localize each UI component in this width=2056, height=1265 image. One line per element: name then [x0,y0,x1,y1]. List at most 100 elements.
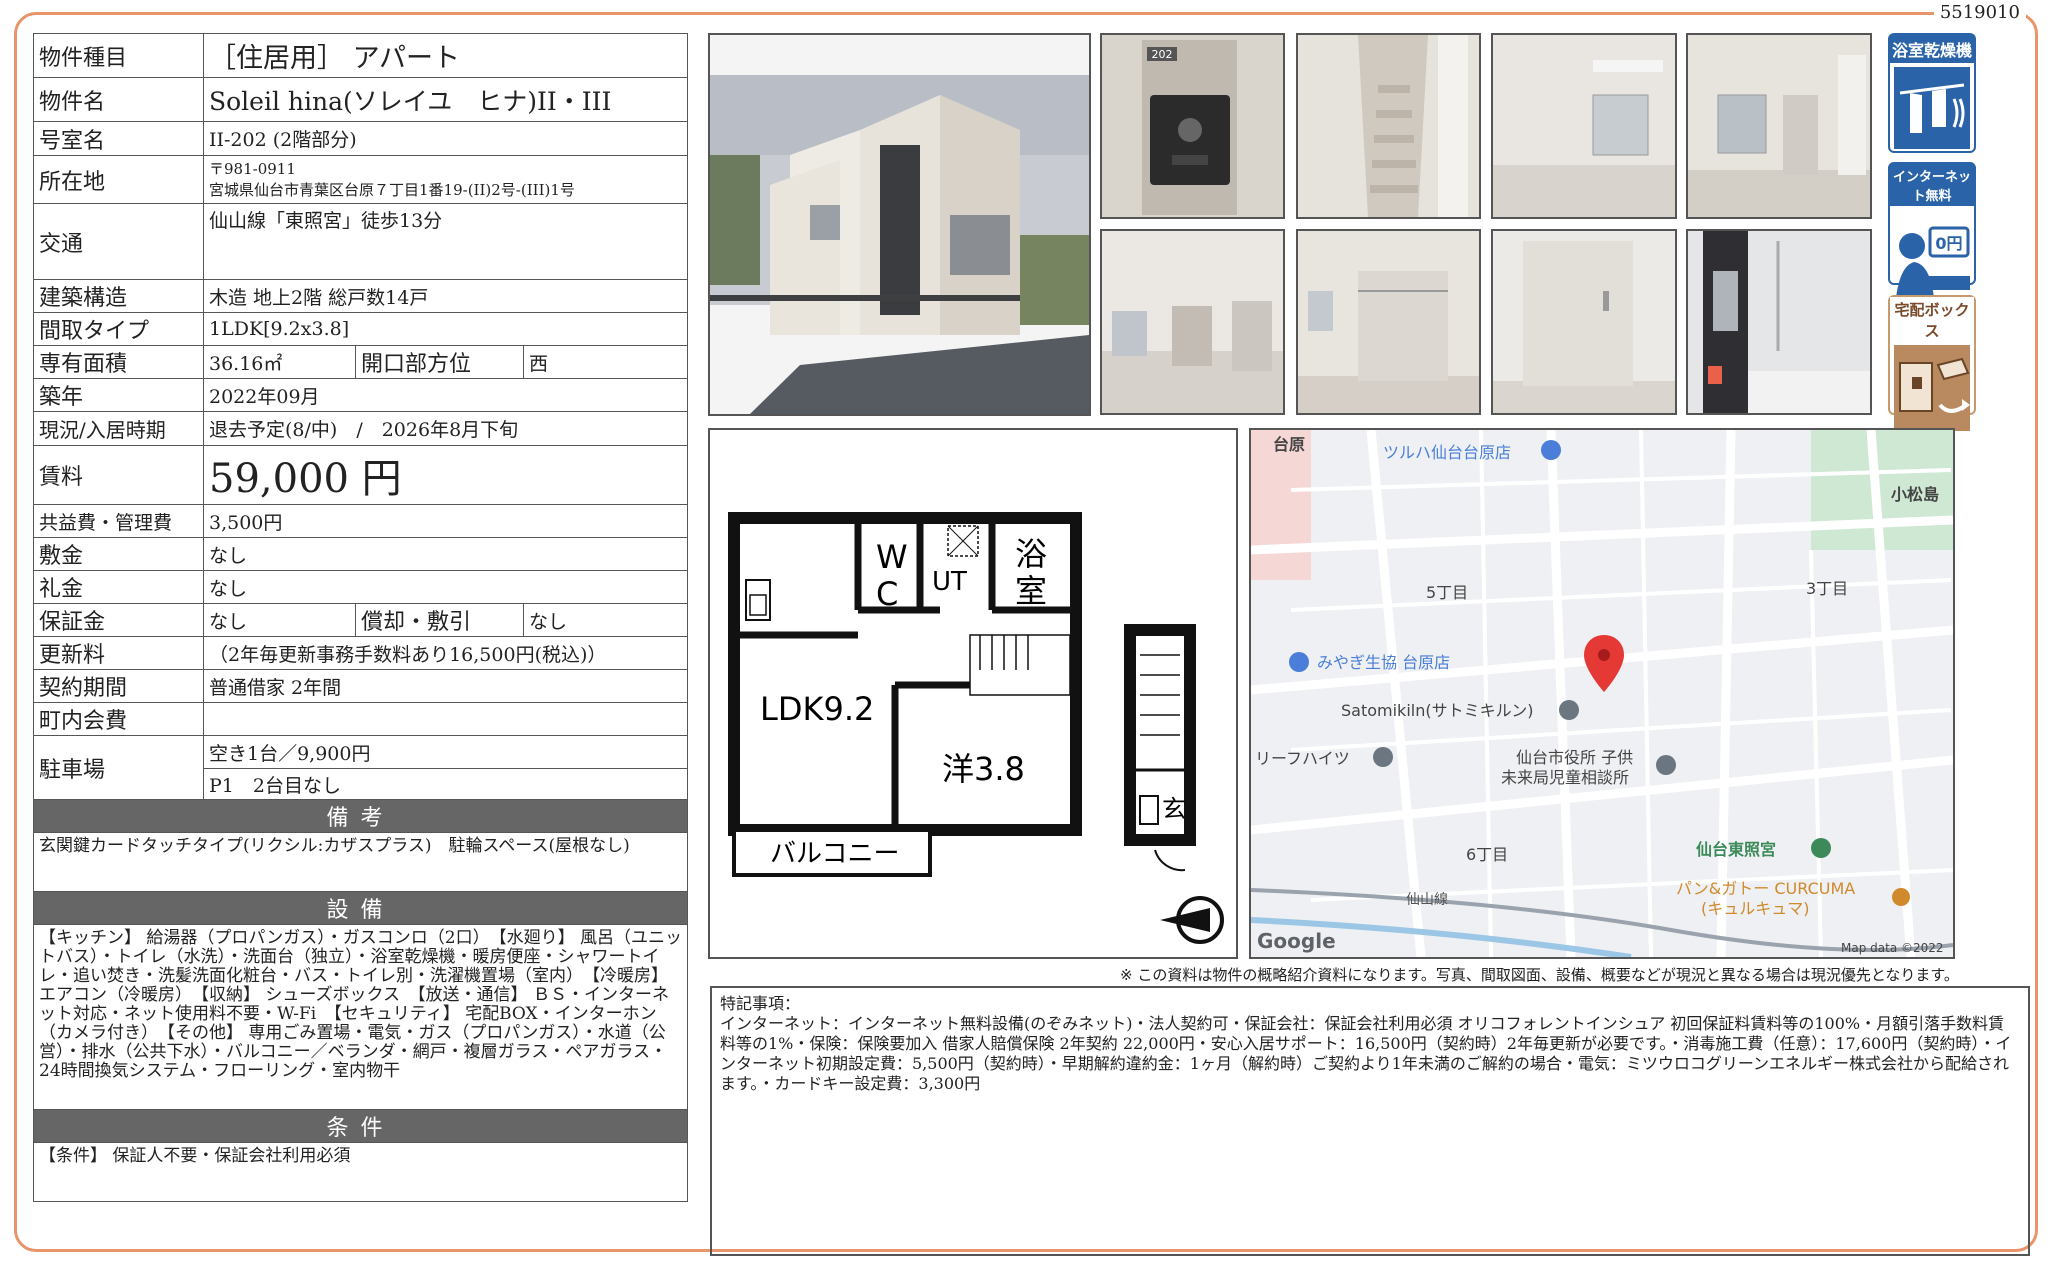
internet-free-badge: インターネット無料 0円 [1888,162,1976,298]
rent-label: 賃料 [33,445,204,505]
access-label: 交通 [33,203,204,280]
special-notes-box: 特記事項： インターネット：インターネット無料設備(のぞみネット)・法人契約可・… [710,986,2030,1256]
satomikiln-pin-icon[interactable] [1559,700,1579,720]
town-fee-value [202,702,689,736]
guarantee-label: 保証金 [33,603,204,637]
map-label-bakery-2: (キュルキュマ) [1701,899,1810,918]
area-map[interactable]: 台原 5丁目 小松島 3丁目 6丁目 仙山線 ツルハ仙台台原店 みやぎ生協 台原… [1251,430,1953,957]
remarks-header: 備考 [32,799,689,833]
ut-label: UT [932,567,967,597]
room-image-1 [1493,35,1675,217]
amortization-label: 償却・敷引 [355,603,524,637]
map-label-toshogu: 仙台東照宮 [1696,840,1776,859]
fee-value: 3,500円 [202,504,689,538]
room-image-2 [1688,35,1870,217]
map-panel[interactable]: 台原 5丁目 小松島 3丁目 6丁目 仙山線 ツルハ仙台台原店 みやぎ生協 台原… [1249,428,1955,959]
bathroom-image [1688,231,1870,413]
address-value: 〒981-0911 宮城県仙台市青葉区台原７丁目1番19-(II)2号-(III)… [202,155,689,204]
guarantee-value: なし [203,603,356,637]
map-label-leaf-heights: リーフハイツ [1255,749,1350,768]
bath-label-2: 室 [1015,572,1047,610]
area-label: 専有面積 [33,345,204,379]
map-label-chome3: 3丁目 [1806,579,1848,598]
bathroom-dryer-icon [1894,67,1970,149]
contract-value: 普通借家 2年間 [202,669,689,703]
zip-code: 〒981-0911 [209,159,296,178]
map-label-dainohara: 台原 [1273,435,1305,454]
tsuruha-pin-icon[interactable] [1541,440,1561,460]
facing-value: 西 [522,345,689,379]
structure-value: 木造 地上2階 総戸数14戸 [202,279,689,313]
disclaimer-note: ※ この資料は物件の概略紹介資料になります。写真、間取図面、設備、概要などが現況… [1120,966,1959,984]
map-label-city-office-1: 仙台市役所 子供 [1516,748,1633,767]
ldk-photo [1100,229,1285,415]
type-value: ［住居用］ アパート [202,33,689,78]
map-label-komatsushima: 小松島 [1891,485,1939,504]
bathroom-dryer-badge-label: 浴室乾燥機 [1890,35,1974,63]
stairs-photo [1296,33,1481,219]
bakery-pin-icon[interactable] [1892,888,1910,906]
built-value: 2022年09月 [202,378,689,412]
name-value: Soleil hina(ソレイユ ヒナ)II・III [202,77,689,122]
renewal-label: 更新料 [33,636,204,670]
stairs-image [1298,35,1479,217]
parking-value-2: P1 2台目なし [202,768,689,800]
conditions-header: 条件 [32,1109,689,1143]
door-number: 202 [1152,48,1173,61]
balcony-label: バルコニー [770,839,899,869]
status-label: 現況/入居時期 [33,411,204,446]
equipment-text: 【キッチン】 給湯器（プロパンガス）・ガスコンロ（2口） 【水廻り】 風呂（ユニ… [32,924,689,1110]
delivery-box-badge: 宅配ボックス [1888,295,1976,431]
key-money-label: 礼金 [33,570,204,604]
floor-plan-panel: W C UT 浴 室 LDK9.2 洋3.8 バルコニー 玄 [708,428,1238,959]
special-notes-text: インターネット：インターネット無料設備(のぞみネット)・法人契約可・保証会社：保… [720,1014,2012,1093]
closet-photo [1296,229,1481,415]
built-label: 築年 [33,378,204,412]
toshogu-pin-icon[interactable] [1811,838,1831,858]
town-fee-label: 町内会費 [33,702,204,736]
row-type: 物件種目 ［住居用］ アパート [33,33,689,78]
intercom-image: 202 [1102,35,1283,217]
map-label-chome6: 6丁目 [1466,845,1508,864]
map-label-city-office-2: 未来局児童相談所 [1501,768,1629,787]
deposit-value: なし [202,537,689,571]
map-label-tsuruha: ツルハ仙台台原店 [1383,443,1511,462]
contract-label: 契約期間 [33,669,204,703]
deposit-label: 敷金 [33,537,204,571]
map-label-satomikiln: Satomikiln(サトミキルン) [1341,701,1534,720]
washroom-photo [1491,229,1677,415]
washroom-image [1493,231,1675,413]
leaf-heights-pin-icon[interactable] [1373,747,1393,767]
remarks-text: 玄関鍵カードタッチタイプ(リクシル:カザスプラス) 駐輪スペース(屋根なし) [32,832,689,892]
rent-value: 59,000 円 [202,445,689,505]
name-label: 物件名 [33,77,204,122]
equipment-header: 設備 [32,891,689,925]
parking-value-1: 空き1台／9,900円 [202,735,689,769]
room-value: II-202 (2階部分) [202,121,689,156]
shopping-pin-icon[interactable] [1289,652,1309,672]
wc-label-w: W [876,538,908,576]
key-money-value: なし [202,570,689,604]
entrance-label: 玄 [1162,795,1186,823]
closet-image [1298,231,1479,413]
map-label-bakery-1: パン&ガトー CURCUMA [1676,879,1855,898]
special-notes-title: 特記事項： [720,994,801,1013]
map-label-senzan-line: 仙山線 [1406,892,1448,908]
intercom-photo: 202 [1100,33,1285,219]
bath-label-1: 浴 [1015,535,1047,573]
room-label: 号室名 [33,121,204,156]
ldk-label: LDK9.2 [760,690,874,728]
delivery-box-icon [1894,345,1970,431]
bathroom-photo [1686,229,1872,415]
exterior-photo-image [710,35,1089,414]
ldk-image [1102,231,1283,413]
layout-label: 間取タイプ [33,312,204,346]
parking-label: 駐車場 [33,735,204,800]
address-text: 宮城県仙台市青葉区台原７丁目1番19-(II)2号-(III)1号 [209,180,575,199]
area-value: 36.16㎡ [203,345,356,379]
city-office-pin-icon[interactable] [1656,755,1676,775]
internet-free-price: 0円 [1935,234,1962,253]
access-value: 仙山線「東照宮」徒歩13分 [202,203,689,280]
floor-plan: W C UT 浴 室 LDK9.2 洋3.8 バルコニー 玄 [728,512,1224,944]
map-label-miyagi-coop: みやぎ生協 台原店 [1317,653,1450,672]
